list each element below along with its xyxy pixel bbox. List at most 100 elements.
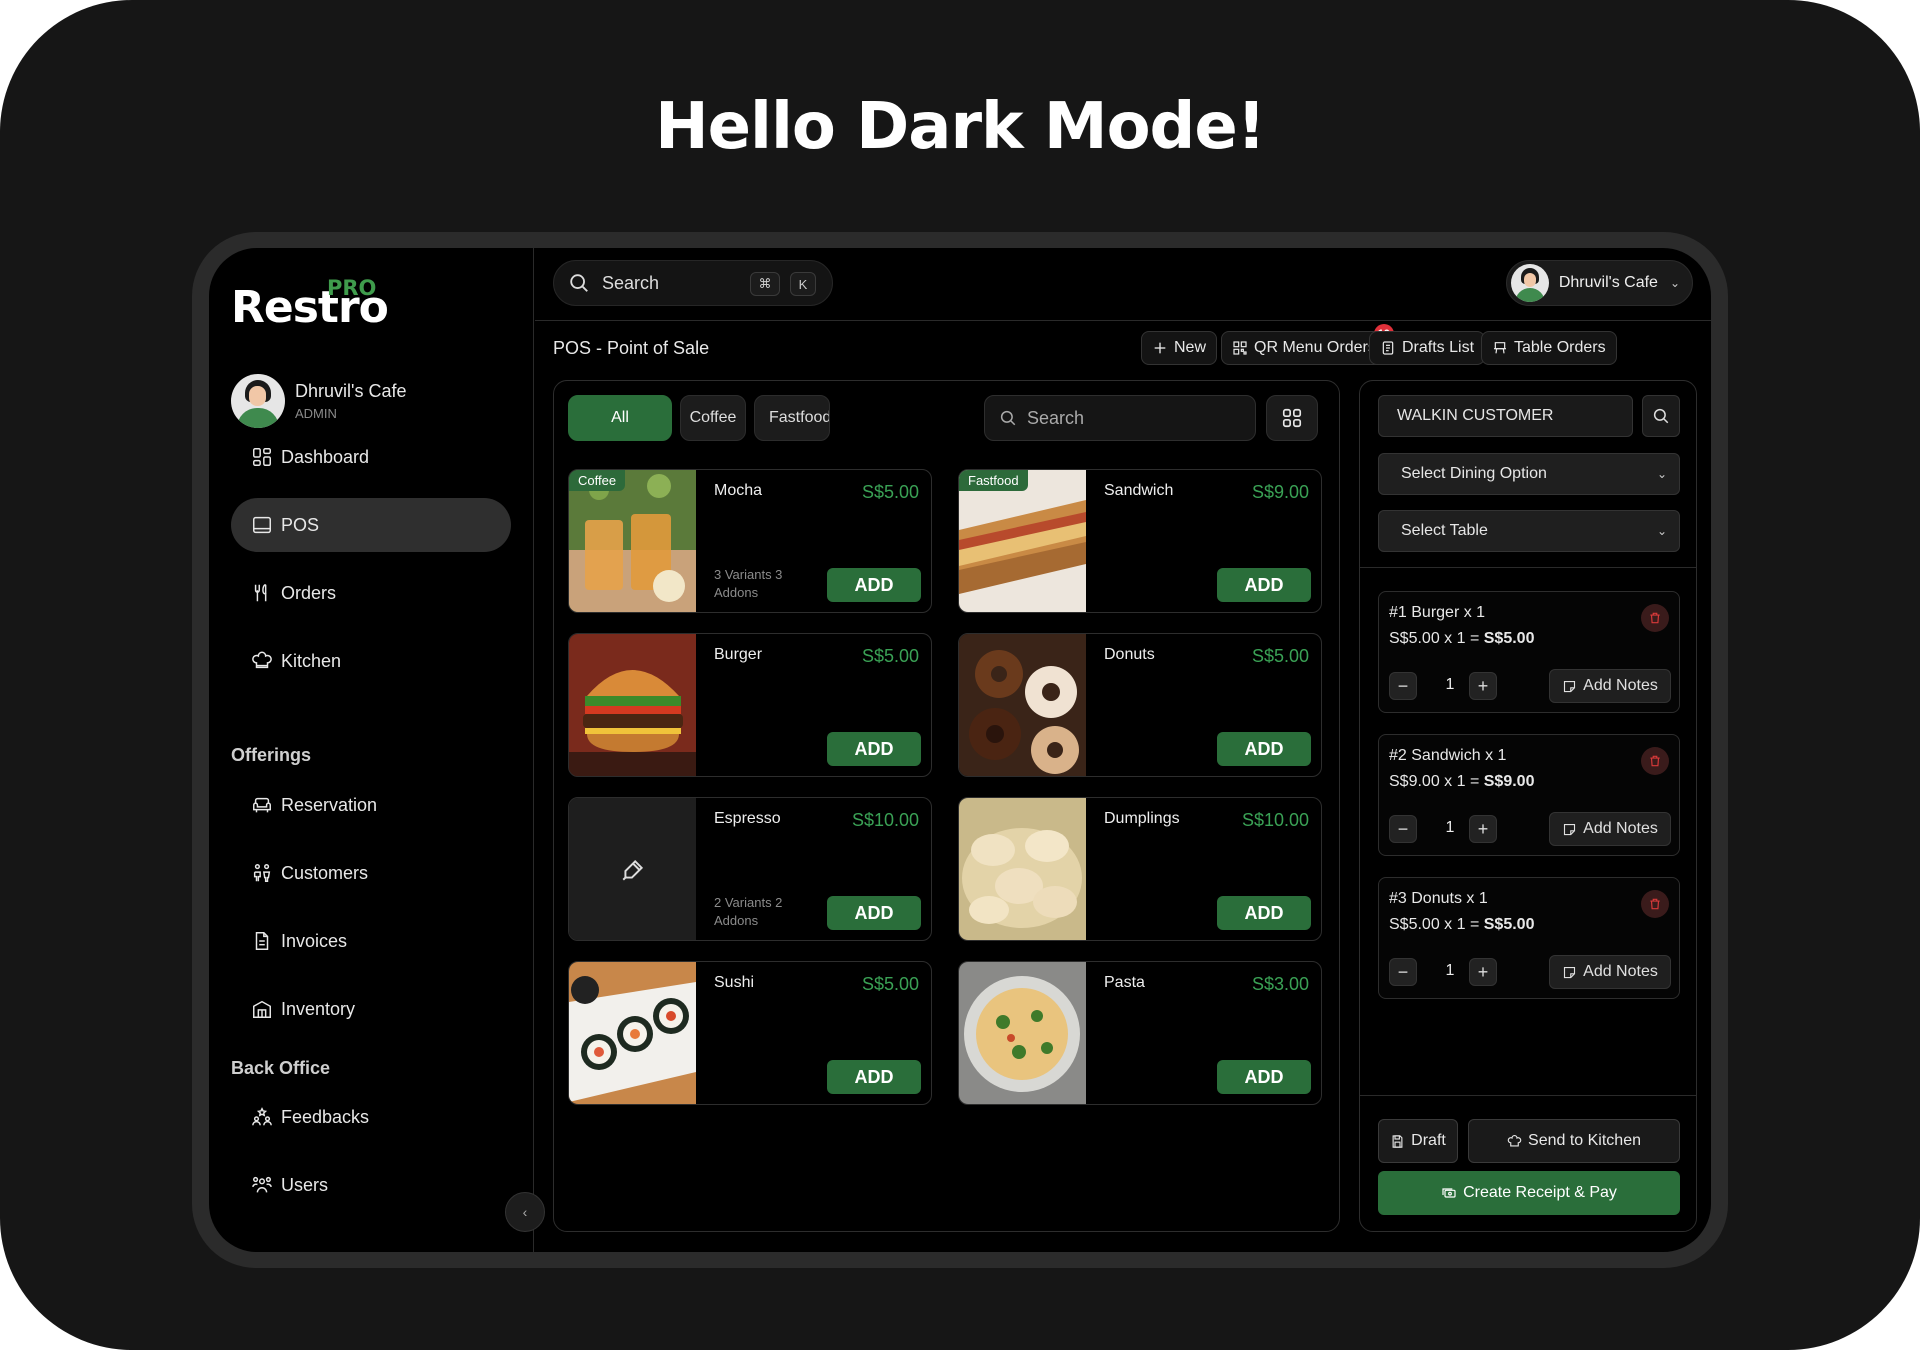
product-name: Donuts bbox=[1104, 646, 1155, 663]
minus-icon: − bbox=[1397, 961, 1409, 982]
plus-icon: + bbox=[1477, 675, 1489, 696]
brand-badge: PRO bbox=[327, 276, 377, 300]
add-to-cart-button[interactable]: ADD bbox=[1217, 732, 1311, 766]
add-notes-button[interactable]: Add Notes bbox=[1549, 669, 1671, 703]
cart-panel: WALKIN CUSTOMER Select Dining Option ⌄ S… bbox=[1359, 380, 1697, 1232]
grid-view-button[interactable] bbox=[1266, 395, 1318, 441]
product-variants: 2 Variants 2 Addons bbox=[714, 895, 783, 928]
product-image-mocha bbox=[569, 470, 696, 612]
sidebar-item-label: Invoices bbox=[281, 930, 348, 951]
product-image-burger bbox=[569, 634, 696, 776]
cart-item: #1 Burger x 1 S$5.00 x 1 = S$5.00 − 1 + … bbox=[1378, 591, 1680, 713]
sidebar-item-label: POS bbox=[281, 514, 320, 535]
chef-hat-icon bbox=[252, 651, 272, 669]
headline: Hello Dark Mode! bbox=[655, 90, 1266, 164]
invoice-icon bbox=[255, 932, 269, 950]
product-card-sandwich[interactable]: Fastfood Sandwich S$9.00 ADD bbox=[958, 469, 1322, 613]
section-offerings: Offerings bbox=[231, 745, 312, 765]
sidebar-profile[interactable]: Dhruvil's Cafe ADMIN bbox=[231, 374, 406, 428]
customers-icon bbox=[253, 864, 271, 882]
dining-option-value: Select Dining Option bbox=[1401, 465, 1547, 482]
product-price: S$5.00 bbox=[861, 646, 919, 666]
decrease-quantity-button[interactable]: − bbox=[1389, 958, 1417, 986]
user-menu-button[interactable]: Dhruvil's Cafe ⌄ bbox=[1505, 260, 1693, 306]
search-icon bbox=[1653, 408, 1669, 424]
chef-hat-icon bbox=[1507, 1134, 1522, 1146]
product-search-input[interactable]: Search bbox=[984, 395, 1256, 441]
draft-label: Draft bbox=[1411, 1132, 1446, 1149]
sidebar-item-pos[interactable]: POS bbox=[231, 498, 511, 552]
customer-search-button[interactable] bbox=[1642, 395, 1680, 437]
new-order-button[interactable]: New bbox=[1141, 331, 1218, 365]
remove-item-button[interactable] bbox=[1641, 890, 1669, 918]
send-to-kitchen-button[interactable]: Send to Kitchen bbox=[1468, 1119, 1680, 1163]
product-image-dumplings bbox=[959, 798, 1086, 940]
app-screen: Restro PRO Dhruvil's Cafe ADMIN Dashboar… bbox=[209, 248, 1711, 1252]
global-search-input[interactable]: Search ⌘ K bbox=[553, 260, 833, 306]
qr-menu-orders-label: QR Menu Orders bbox=[1254, 339, 1376, 356]
sidebar-item-invoices[interactable]: Invoices bbox=[231, 914, 511, 968]
increase-quantity-button[interactable]: + bbox=[1469, 672, 1497, 700]
sidebar-collapse-button[interactable]: ‹ bbox=[505, 1192, 545, 1232]
category-tab-fastfood[interactable]: Fastfood bbox=[754, 395, 830, 441]
remove-item-button[interactable] bbox=[1641, 604, 1669, 632]
drafts-list-label: Drafts List bbox=[1402, 339, 1475, 356]
cart-item-total: S$5.00 bbox=[1483, 630, 1535, 647]
remove-item-button[interactable] bbox=[1641, 747, 1669, 775]
note-icon bbox=[1564, 966, 1576, 978]
sofa-icon bbox=[253, 797, 271, 813]
sidebar-item-inventory[interactable]: Inventory bbox=[231, 982, 511, 1036]
drafts-list-button[interactable]: Drafts List bbox=[1369, 331, 1486, 365]
add-to-cart-button[interactable]: ADD bbox=[1217, 896, 1311, 930]
sidebar-item-kitchen[interactable]: Kitchen bbox=[231, 634, 511, 688]
add-to-cart-button[interactable]: ADD bbox=[827, 568, 921, 602]
sidebar-item-reservation[interactable]: Reservation bbox=[231, 778, 511, 832]
increase-quantity-button[interactable]: + bbox=[1469, 815, 1497, 843]
table-orders-button[interactable]: Table Orders bbox=[1481, 331, 1617, 365]
add-notes-label: Add Notes bbox=[1583, 820, 1658, 837]
product-card-donuts[interactable]: Donuts S$5.00 ADD bbox=[958, 633, 1322, 777]
add-to-cart-button[interactable]: ADD bbox=[827, 896, 921, 930]
stars-people-icon bbox=[252, 1107, 272, 1126]
add-to-cart-button[interactable]: ADD bbox=[827, 1060, 921, 1094]
product-card-sushi[interactable]: Sushi S$5.00 ADD bbox=[568, 961, 932, 1105]
product-card-pasta[interactable]: Pasta S$3.00 ADD bbox=[958, 961, 1322, 1105]
create-receipt-pay-button[interactable]: Create Receipt & Pay bbox=[1378, 1171, 1680, 1215]
brand-logo[interactable]: Restro PRO bbox=[231, 276, 389, 333]
cart-item-title: #2 Sandwich x 1 bbox=[1389, 747, 1507, 764]
add-to-cart-button[interactable]: ADD bbox=[1217, 1060, 1311, 1094]
product-image-sushi bbox=[569, 962, 696, 1104]
trash-icon bbox=[1650, 755, 1660, 767]
increase-quantity-button[interactable]: + bbox=[1469, 958, 1497, 986]
product-price: S$3.00 bbox=[1251, 974, 1309, 994]
sidebar-item-customers[interactable]: Customers bbox=[231, 846, 511, 900]
qr-menu-orders-button[interactable]: QR Menu Orders 10 bbox=[1221, 324, 1394, 365]
add-notes-button[interactable]: Add Notes bbox=[1549, 955, 1671, 989]
profile-role: ADMIN bbox=[295, 406, 337, 421]
divider bbox=[1360, 567, 1696, 568]
category-tab-all[interactable]: All bbox=[568, 395, 672, 441]
product-card-dumplings[interactable]: Dumplings S$10.00 ADD bbox=[958, 797, 1322, 941]
customer-input[interactable]: WALKIN CUSTOMER bbox=[1378, 395, 1633, 437]
sidebar-item-feedbacks[interactable]: Feedbacks bbox=[231, 1090, 511, 1144]
sidebar-item-users[interactable]: Users bbox=[231, 1158, 511, 1212]
product-card-espresso[interactable]: Espresso S$10.00 2 Variants 2 Addons ADD bbox=[568, 797, 932, 941]
sidebar-item-dashboard[interactable]: Dashboard bbox=[231, 430, 511, 484]
product-card-mocha[interactable]: Coffee Mocha S$5.00 3 Variants 3 Addons … bbox=[568, 469, 932, 613]
table-select[interactable]: Select Table ⌄ bbox=[1378, 510, 1680, 552]
table-icon bbox=[1494, 342, 1506, 354]
sidebar-item-orders[interactable]: Orders bbox=[231, 566, 511, 620]
add-to-cart-button[interactable]: ADD bbox=[1217, 568, 1311, 602]
add-to-cart-button[interactable]: ADD bbox=[827, 732, 921, 766]
product-card-burger[interactable]: Burger S$5.00 ADD bbox=[568, 633, 932, 777]
product-category-tag: Fastfood bbox=[959, 470, 1028, 491]
decrease-quantity-button[interactable]: − bbox=[1389, 815, 1417, 843]
draft-button[interactable]: Draft bbox=[1378, 1119, 1458, 1163]
add-notes-button[interactable]: Add Notes bbox=[1549, 812, 1671, 846]
category-tab-coffee[interactable]: Coffee bbox=[680, 395, 746, 441]
add-notes-label: Add Notes bbox=[1583, 677, 1658, 694]
decrease-quantity-button[interactable]: − bbox=[1389, 672, 1417, 700]
dining-option-select[interactable]: Select Dining Option ⌄ bbox=[1378, 453, 1680, 495]
plus-icon: + bbox=[1477, 961, 1489, 982]
product-image-pasta bbox=[959, 962, 1086, 1104]
